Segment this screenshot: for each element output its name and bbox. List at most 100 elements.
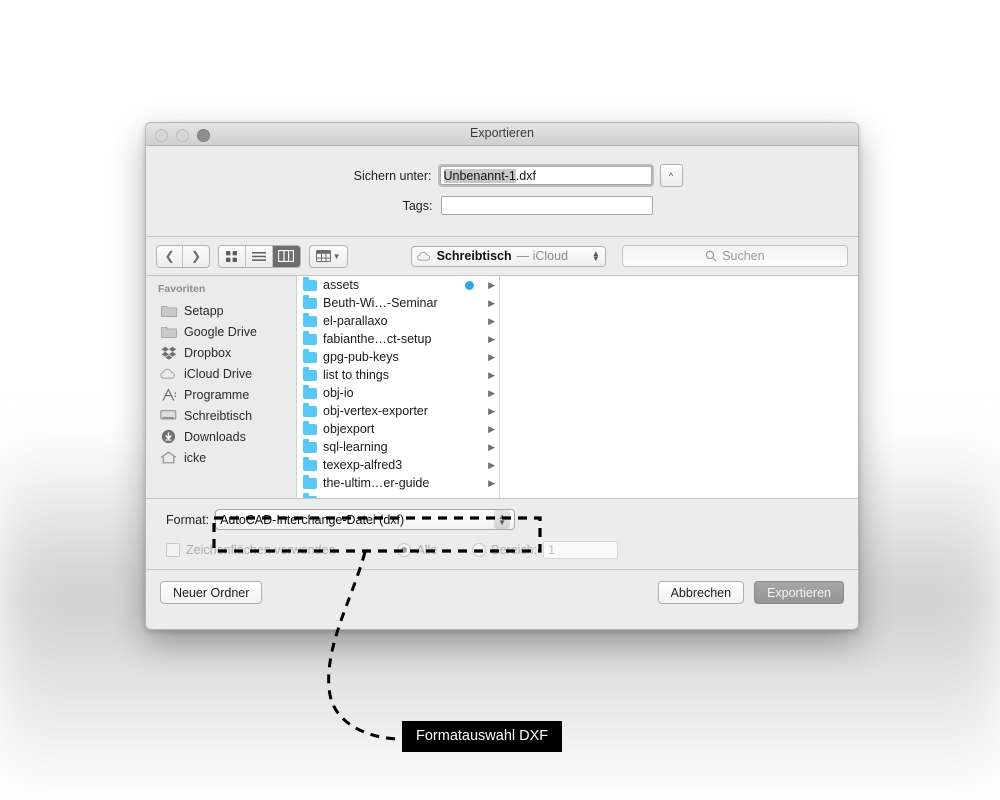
filename-input[interactable]: Unbenannt-1 .dxf xyxy=(439,166,652,185)
file-name: sql-learning xyxy=(323,440,388,454)
file-browser: Favoriten Setapp Google Drive Dropbox iC… xyxy=(146,276,858,499)
tags-label: Tags: xyxy=(402,198,433,213)
table-row[interactable]: the-ultim…er-guide ▶ xyxy=(297,474,499,492)
range-input[interactable]: 1 xyxy=(543,541,619,559)
format-selected-value: AutoCAD-Interchange-Datei (dxf) xyxy=(220,512,405,527)
preview-column xyxy=(500,276,858,498)
table-row[interactable]: gpg-pub-keys ▶ xyxy=(297,348,499,366)
sidebar-item-icloud-drive[interactable]: iCloud Drive xyxy=(146,363,296,384)
file-column[interactable]: assets ▶ Beuth-Wi…-Seminar ▶ el-parallax… xyxy=(297,276,500,498)
home-icon xyxy=(160,450,177,465)
tags-input[interactable] xyxy=(440,196,653,215)
sidebar-item-schreibtisch[interactable]: Schreibtisch xyxy=(146,405,296,426)
chevron-right-icon[interactable]: ▶ xyxy=(488,370,495,381)
table-row[interactable]: list to things ▶ xyxy=(297,366,499,384)
chevron-right-icon[interactable]: ▶ xyxy=(488,406,495,417)
sidebar-section-header: Favoriten xyxy=(158,283,206,295)
finder-toolbar: ❮ ❯ ▼ Schreibtisch — iCloud ▲ ▼ Suchen xyxy=(146,237,858,276)
folder-icon xyxy=(303,276,317,291)
chevron-right-icon[interactable]: ▶ xyxy=(488,334,495,345)
chevron-left-icon: ❮ xyxy=(164,249,175,263)
sidebar-item-label: iCloud Drive xyxy=(184,366,253,381)
file-name: the-ultim…er-guide xyxy=(323,476,430,490)
artboards-label: Zeichenflächen verwenden xyxy=(186,543,336,557)
file-name: Beuth-Wi…-Seminar xyxy=(323,296,438,310)
arrange-by-button[interactable]: ▼ xyxy=(308,244,348,268)
format-row: Format: AutoCAD-Interchange-Datei (dxf) … xyxy=(146,509,858,530)
table-row[interactable]: assets ▶ xyxy=(297,276,499,294)
folder-icon xyxy=(303,456,317,471)
sidebar-item-downloads[interactable]: Downloads xyxy=(146,426,296,447)
all-radio[interactable] xyxy=(397,543,412,557)
file-name: gpg-pub-keys xyxy=(323,350,399,364)
file-name: objexport xyxy=(323,422,375,436)
back-button[interactable]: ❮ xyxy=(157,245,184,267)
format-options-panel: Format: AutoCAD-Interchange-Datei (dxf) … xyxy=(146,499,858,570)
chevron-right-icon[interactable]: ▶ xyxy=(488,478,495,489)
folder-icon xyxy=(303,330,317,345)
search-icon xyxy=(705,250,717,262)
format-label: Format: xyxy=(166,512,210,527)
view-mode-segment xyxy=(217,244,301,268)
chevron-right-icon[interactable]: ▶ xyxy=(488,316,495,327)
table-row[interactable]: texexp-alfred3 ▶ xyxy=(297,456,499,474)
table-row[interactable]: sql-learning ▶ xyxy=(297,438,499,456)
chevron-right-icon[interactable]: ▶ xyxy=(488,352,495,363)
chevron-right-icon[interactable]: ▶ xyxy=(488,280,495,291)
file-name: list to things xyxy=(323,368,390,382)
icon-view-button[interactable] xyxy=(219,245,246,267)
icloud-icon xyxy=(160,366,177,381)
table-row[interactable]: obj-io ▶ xyxy=(297,384,499,402)
folder-icon xyxy=(303,492,317,498)
cancel-button[interactable]: Abbrechen xyxy=(657,581,745,604)
sidebar-item-home[interactable]: icke xyxy=(146,447,296,468)
downloads-icon xyxy=(160,429,177,444)
format-popup-button[interactable]: AutoCAD-Interchange-Datei (dxf) ▲ ▼ xyxy=(215,509,516,530)
table-row[interactable]: el-parallaxo ▶ xyxy=(297,312,499,330)
location-popup-button[interactable]: Schreibtisch — iCloud ▲ ▼ xyxy=(410,245,606,267)
filename-selected-text: Unbenannt-1 xyxy=(443,168,516,183)
list-view-icon xyxy=(252,251,267,261)
grid-view-icon xyxy=(226,250,238,262)
file-name: fabianthe…ct-setup xyxy=(323,332,432,346)
list-view-button[interactable] xyxy=(246,245,274,267)
folder-icon xyxy=(303,348,317,363)
window-titlebar: Exportieren xyxy=(146,123,858,146)
export-button[interactable]: Exportieren xyxy=(754,581,844,604)
icloud-icon xyxy=(416,251,430,261)
new-folder-button[interactable]: Neuer Ordner xyxy=(160,581,263,604)
location-stepper-icon: ▲ ▼ xyxy=(592,250,600,263)
stepper-down-arrow: ▼ xyxy=(498,517,507,527)
callout-label: Formatauswahl DXF xyxy=(402,721,563,752)
table-row[interactable]: Beuth-Wi…-Seminar ▶ xyxy=(297,294,499,312)
sidebar-item-setapp[interactable]: Setapp xyxy=(146,300,296,321)
table-row[interactable]: fabianthe…ct-setup ▶ xyxy=(297,330,499,348)
column-view-button[interactable] xyxy=(273,245,300,267)
chevron-right-icon[interactable]: ▶ xyxy=(488,442,495,453)
sidebar-item-programme[interactable]: Programme xyxy=(146,384,296,405)
range-radio[interactable] xyxy=(472,543,487,557)
table-row[interactable]: objexport ▶ xyxy=(297,420,499,438)
chevron-down-icon: ▼ xyxy=(332,251,341,261)
applications-icon xyxy=(160,387,177,402)
dropbox-icon xyxy=(160,345,177,360)
chevron-right-icon[interactable]: ▶ xyxy=(488,460,495,471)
search-placeholder: Suchen xyxy=(722,249,765,263)
table-row-partial[interactable] xyxy=(297,492,499,498)
chevron-right-icon[interactable]: ▶ xyxy=(488,388,495,399)
chevron-right-icon[interactable]: ▶ xyxy=(488,424,495,435)
search-input[interactable]: Suchen xyxy=(621,245,848,267)
table-row[interactable]: obj-vertex-exporter ▶ xyxy=(297,402,499,420)
all-radio-label: Alle xyxy=(416,543,438,557)
forward-button[interactable]: ❯ xyxy=(183,246,208,267)
dialog-button-bar: Neuer Ordner Abbrechen Exportieren xyxy=(146,570,858,615)
location-suffix: — iCloud xyxy=(516,249,569,263)
chevron-right-icon[interactable]: ▶ xyxy=(488,298,495,309)
sidebar-item-google-drive[interactable]: Google Drive xyxy=(146,321,296,342)
sidebar-item-dropbox[interactable]: Dropbox xyxy=(146,342,296,363)
expand-browser-button[interactable]: ^ xyxy=(659,164,683,187)
sidebar-item-label: Setapp xyxy=(184,303,224,318)
sidebar-item-label: icke xyxy=(184,450,207,465)
export-options-row: Zeichenflächen verwenden Alle Bereich: 1 xyxy=(146,541,858,559)
artboards-checkbox[interactable] xyxy=(166,543,180,557)
